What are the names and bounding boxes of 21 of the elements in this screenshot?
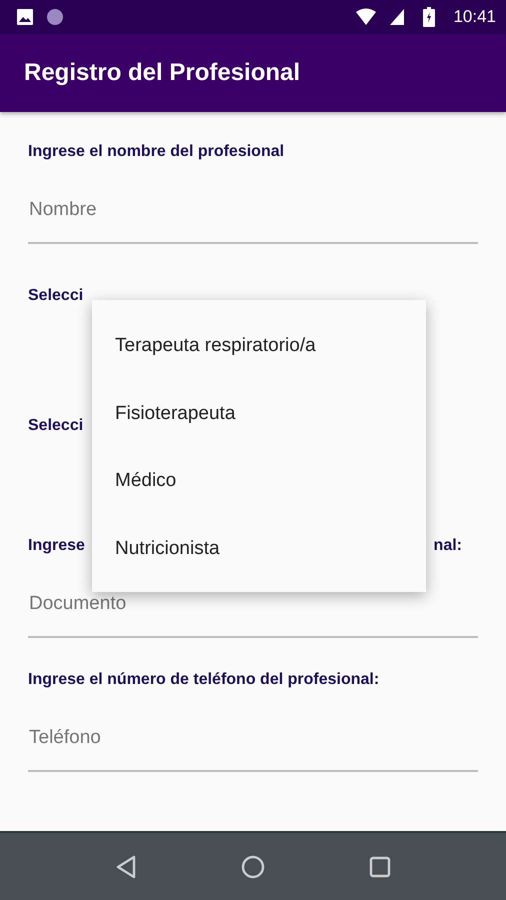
circle-icon <box>46 8 64 26</box>
input-field[interactable]: Nombre <box>28 164 478 244</box>
image-icon <box>16 8 34 26</box>
clock-time: 10:41 <box>453 7 496 27</box>
field-label: Selecci <box>28 286 84 306</box>
menu-item[interactable]: Médico <box>92 447 426 514</box>
wifi-icon <box>355 8 378 26</box>
battery-icon <box>423 7 436 27</box>
recents-icon[interactable] <box>369 856 391 878</box>
screen-title: Registro del Profesional <box>24 59 300 87</box>
field-label: nal: <box>434 536 462 556</box>
menu-item[interactable]: Terapeuta respiratorio/a <box>92 312 426 380</box>
field-label: Selecci <box>28 416 84 436</box>
field-label: Ingrese <box>28 536 85 556</box>
menu-item[interactable]: Fisioterapeuta <box>92 380 426 447</box>
home-icon[interactable] <box>241 854 265 878</box>
signal-icon <box>389 8 406 26</box>
field-label: Ingrese el nombre del profesional <box>28 142 284 162</box>
back-icon[interactable] <box>115 854 137 878</box>
field-label: Ingrese el número de teléfono del profesional: <box>28 670 380 690</box>
input-field[interactable]: Teléfono <box>28 692 478 772</box>
